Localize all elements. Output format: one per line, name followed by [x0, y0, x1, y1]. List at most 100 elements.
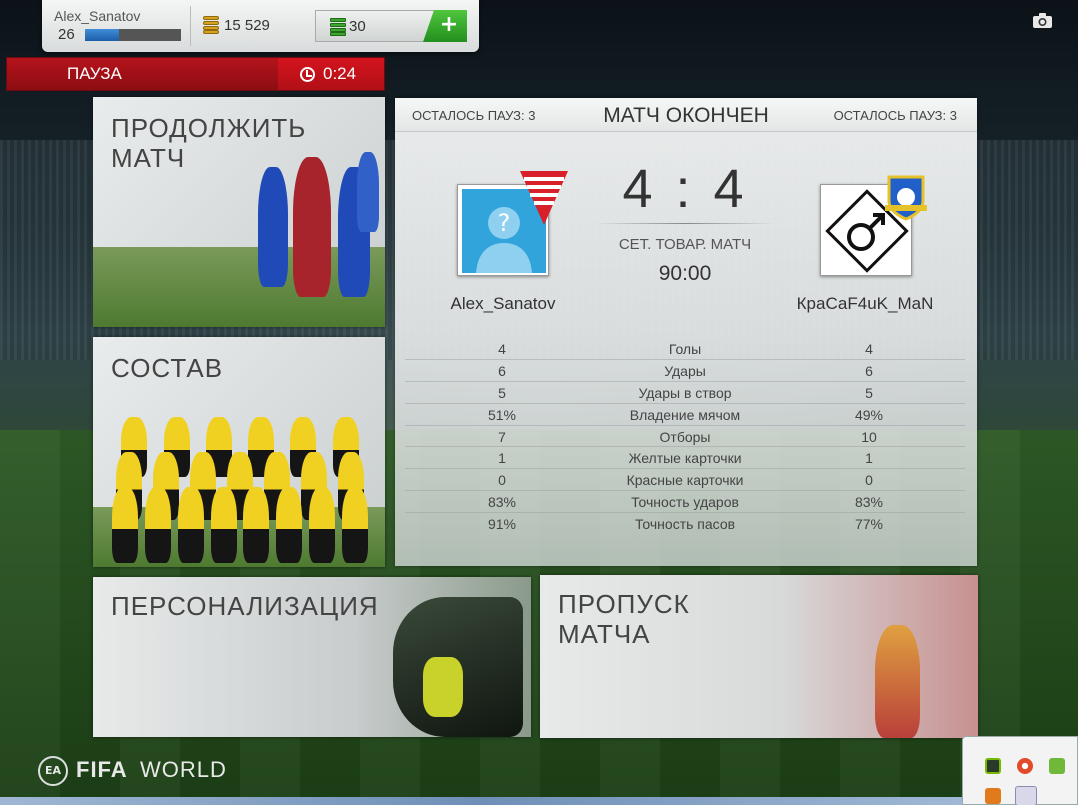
system-tray-popup — [962, 736, 1078, 805]
away-team-crest — [820, 175, 927, 276]
stat-away-value: 4 — [865, 341, 873, 357]
xp-progress-bar — [85, 29, 181, 41]
stat-away-value: 5 — [865, 384, 873, 401]
stat-row: 7 Отборы 10 — [405, 426, 965, 448]
stat-away-value: 77% — [854, 516, 884, 533]
stat-row: 1 Желтые карточки 1 — [405, 447, 965, 470]
pause-timer-value: 0:24 — [323, 64, 357, 83]
nvidia-icon[interactable] — [985, 758, 1001, 774]
tile-title-squad: СОСТАВ — [111, 353, 224, 383]
clock-icon — [300, 67, 315, 82]
customization-tile[interactable]: ПЕРСОНАЛИЗАЦИЯ — [93, 577, 531, 737]
fifa-wordmark: FIFA — [76, 757, 128, 782]
squad-player-figure — [342, 487, 369, 563]
fifa-points-icon — [330, 18, 346, 36]
stat-home-value: 83% — [487, 494, 517, 511]
squad-player-figure — [210, 487, 237, 563]
stat-row: 83% Точность ударов 83% — [405, 491, 965, 514]
player-figure — [258, 167, 288, 287]
stat-label: Желтые карточки — [628, 450, 742, 467]
camera-icon[interactable] — [1033, 13, 1052, 28]
stat-away-value: 83% — [854, 494, 884, 511]
stat-away-value: 1 — [865, 450, 873, 467]
pauses-left-away: ОСТАЛОСЬ ПАУЗ: 3 — [833, 108, 957, 123]
continue-match-tile[interactable]: ПРОДОЛЖИТЬ МАТЧ — [93, 97, 385, 327]
stat-home-value: 4 — [498, 341, 506, 357]
squad-player-figure — [276, 487, 303, 563]
summary-header: ОСТАЛОСЬ ПАУЗ: 3 МАТЧ ОКОНЧЕН ОСТАЛОСЬ П… — [395, 98, 977, 132]
squad-player-figure — [144, 487, 171, 563]
squad-player-figure — [309, 487, 336, 563]
stat-home-value: 6 — [498, 362, 506, 379]
match-time: 90:00 — [658, 262, 712, 285]
taskbar-edge — [0, 797, 962, 805]
divider — [190, 6, 191, 46]
player-figure — [357, 152, 379, 232]
add-points-button[interactable]: + — [423, 10, 467, 42]
player-figure — [293, 157, 331, 297]
stat-row: 4 Голы 4 — [405, 338, 965, 360]
stat-row: 5 Удары в створ 5 — [405, 382, 965, 404]
profile-bar: Alex_Sanatov 26 15 529 30 + — [42, 0, 479, 52]
tile-title-skip: ПРОПУСК МАТЧА — [558, 589, 690, 649]
pen-icon[interactable] — [1015, 786, 1037, 805]
svg-text:?: ? — [498, 209, 511, 237]
stat-row: 51% Владение мячом 49% — [405, 404, 965, 426]
xp-progress-fill — [85, 29, 119, 41]
final-score: 4 : 4 — [622, 159, 748, 219]
user-name: Alex_Sanatov — [54, 8, 141, 24]
ea-sports-badge: EA — [38, 756, 68, 786]
stat-home-value: 7 — [498, 428, 506, 445]
stat-home-value: 91% — [487, 516, 517, 533]
player-figure — [875, 625, 920, 738]
home-team-name: Alex_Sanatov — [450, 294, 556, 313]
away-club-badge — [885, 175, 927, 221]
stat-label: Отборы — [659, 428, 711, 445]
stats-table: 4 Голы 4 6 Удары 6 5 Удары в створ 5 51% Владен… — [405, 338, 965, 535]
pause-bar: ПАУЗА 0:24 — [6, 57, 385, 91]
match-summary-panel: ОСТАЛОСЬ ПАУЗ: 3 МАТЧ ОКОНЧЕН ОСТАЛОСЬ П… — [395, 98, 977, 566]
home-club-badge — [520, 171, 568, 225]
home-team-crest: ? — [457, 171, 568, 276]
away-team-name: КраСаF4uK_MaN — [796, 294, 934, 313]
stat-home-value: 0 — [498, 472, 506, 489]
sync-icon[interactable] — [1049, 758, 1065, 774]
pause-timer: 0:24 — [278, 58, 384, 90]
stat-label: Красные карточки — [626, 472, 744, 489]
location-icon[interactable] — [1017, 758, 1033, 774]
stat-label: Точность пасов — [634, 516, 736, 533]
coins-balance: 15 529 — [224, 17, 270, 34]
coins-icon — [203, 16, 219, 34]
stat-label: Владение мячом — [629, 406, 741, 423]
squad-player-figure — [243, 487, 270, 563]
stat-away-value: 10 — [861, 428, 877, 445]
stat-home-value: 5 — [498, 384, 506, 401]
stat-label: Голы — [668, 341, 702, 357]
squad-player-figure — [177, 487, 204, 563]
stat-row: 6 Удары 6 — [405, 360, 965, 382]
stat-away-value: 49% — [854, 406, 884, 423]
stat-label: Удары в створ — [638, 384, 732, 401]
world-wordmark: WORLD — [140, 757, 227, 782]
stat-away-value: 0 — [865, 472, 873, 489]
stat-home-value: 1 — [498, 450, 506, 467]
stat-row: 91% Точность пасов 77% — [405, 513, 965, 535]
fifa-points-balance: 30 — [349, 18, 366, 35]
stat-row: 0 Красные карточки 0 — [405, 469, 965, 492]
pause-label: ПАУЗА — [67, 64, 122, 83]
java-icon[interactable] — [985, 788, 1001, 804]
stat-away-value: 6 — [865, 362, 873, 379]
tile-title-continue: ПРОДОЛЖИТЬ МАТЧ — [111, 113, 307, 173]
fifa-points-box: 30 + — [315, 10, 467, 42]
skip-match-tile[interactable]: ПРОПУСК МАТЧА — [540, 575, 978, 738]
squad-player-figure — [111, 487, 138, 563]
squad-tile[interactable]: СОСТАВ — [93, 337, 385, 567]
stat-label: Точность ударов — [631, 494, 739, 511]
match-type: СЕТ. ТОВАР. МАТЧ — [618, 236, 752, 253]
stat-home-value: 51% — [487, 406, 517, 423]
score-divider — [595, 223, 775, 224]
boot-studs — [423, 657, 463, 717]
tile-title-customize: ПЕРСОНАЛИЗАЦИЯ — [111, 591, 379, 621]
stat-label: Удары — [664, 362, 706, 379]
user-level: 26 — [58, 26, 75, 43]
